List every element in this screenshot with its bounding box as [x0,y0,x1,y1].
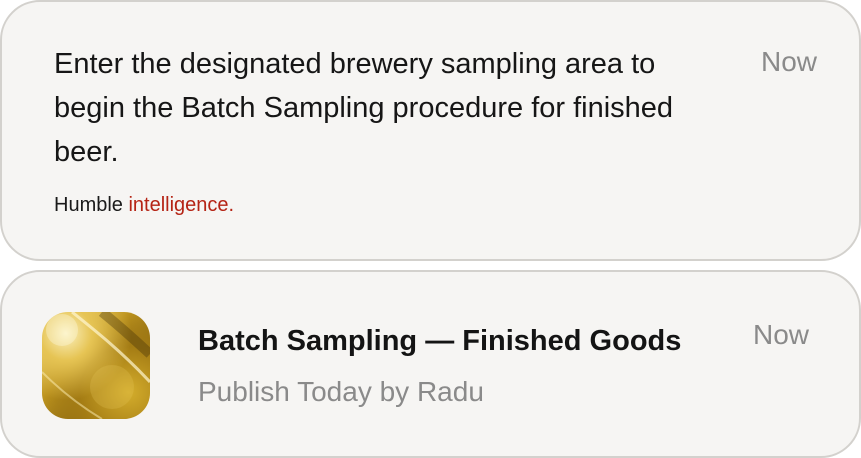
notification-message: Enter the designated brewery sampling ar… [54,48,674,168]
beer-thumbnail-icon [42,312,150,419]
notification-card-batch-sampling[interactable]: Batch Sampling — Finished Goods Publish … [0,270,861,458]
tagline-accent: intelligence. [128,194,235,216]
notification-timestamp: Now [752,319,809,350]
notification-subtitle: Publish Today by Radu [198,376,484,407]
tagline-plain: Humble [54,194,123,216]
brand-tagline: Humble intelligence. [54,194,234,217]
notification-card-procedure[interactable]: Enter the designated brewery sampling ar… [0,0,861,261]
notification-title: Batch Sampling — Finished Goods [198,325,682,357]
beer-glass-image [42,312,150,419]
notification-stack: Enter the designated brewery sampling ar… [0,0,861,458]
notification-timestamp: Now [760,46,817,77]
